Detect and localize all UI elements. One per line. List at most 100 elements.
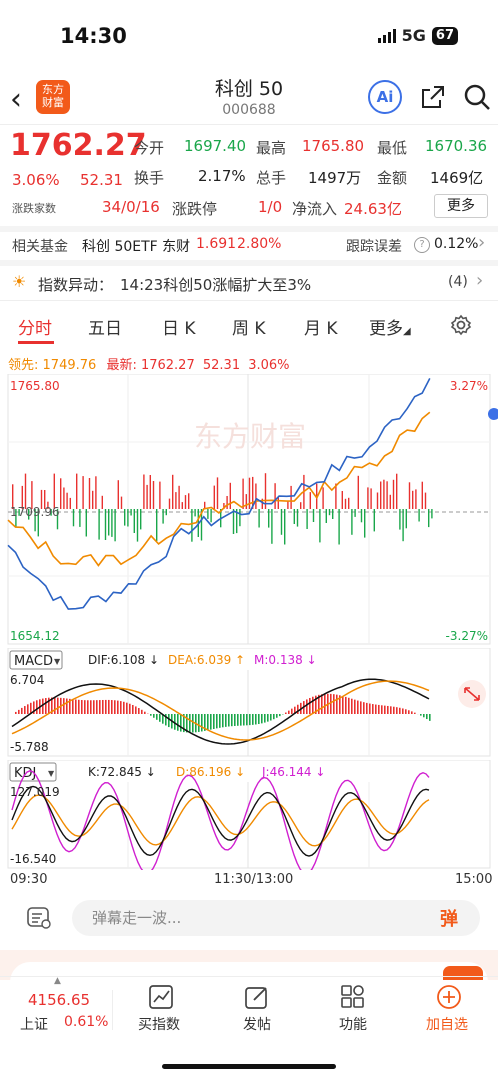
kdj-d: D:86.196 ↓ [176,765,245,779]
macd-bar [27,704,29,714]
danmu-send-button[interactable]: 弹 [440,905,458,931]
macd-bar [123,701,125,714]
danmu-toggle-icon[interactable] [26,906,52,930]
nav-functions[interactable]: 功能 [339,1014,367,1034]
change-pct: 3.06% [12,171,60,189]
macd-bar [411,711,413,714]
volume-bar [242,478,244,509]
chart-info-row: 领先: 1749.76 最新: 1762.27 52.31 3.06% [8,354,290,373]
search-icon[interactable] [462,82,492,112]
volume-bar [136,509,139,542]
tab-more[interactable]: 更多◢ [369,314,411,339]
kdj-chart[interactable]: KDJ ▼ K:72.845 ↓ D:86.196 ↓ J:46.144 ↓ 1… [0,760,498,870]
tab-monthly-k[interactable]: 月 K [304,314,338,339]
chevron-right-icon[interactable]: › [478,232,485,253]
track-error-value: 0.12% [434,236,479,252]
macd-bar [261,714,263,724]
tab-weekly-k[interactable]: 周 K [232,314,266,339]
settings-icon[interactable] [450,314,472,336]
open-value: 1697.40 [184,137,247,155]
volume-bar [325,509,327,523]
index-pct: 0.61% [64,1014,109,1030]
macd-bar [330,693,332,714]
inflow-value: 24.63亿 [344,200,402,218]
help-icon[interactable]: ? [414,237,430,253]
amount-label: 金额 [377,169,408,187]
battery-icon: 67 [431,26,458,45]
x-mid-label: 11:30/13:00 [214,872,294,887]
more-button[interactable]: 更多 [434,194,488,218]
post-icon[interactable] [244,984,270,1010]
add-watchlist-icon[interactable] [436,984,462,1010]
alert-text[interactable]: 14:23科创50涨幅扩大至3% [120,274,311,295]
volume-bar [351,509,353,535]
macd-bar [270,714,272,721]
fund-name[interactable]: 科创 50ETF 东财 [82,236,190,256]
macd-bar [207,714,209,731]
macd-bar [306,699,308,714]
open-label: 今开 [134,139,165,157]
current-price: 1762.27 [10,128,147,163]
macd-bar [387,705,389,714]
amount-value: 1469亿 [430,169,484,187]
intraday-chart[interactable]: 东方财富 1765.80 1709.96 1654.12 3.27% -3.27… [0,374,498,646]
volume-bar [175,492,177,509]
volume-bar [367,487,369,509]
macd-bar [87,700,89,714]
volume-bar [85,509,87,537]
functions-icon[interactable] [340,984,366,1010]
volume-value: 1497万 [308,169,362,187]
macd-bar [222,714,224,728]
home-indicator [162,1064,336,1069]
macd-bar [81,700,83,714]
volume-bar [412,490,414,509]
macd-bar [57,697,59,714]
buy-index-icon[interactable] [148,984,174,1010]
ai-button[interactable]: Ai [368,80,402,114]
tab-daily-k[interactable]: 日 K [162,314,196,339]
kdj-j: J:46.144 ↓ [261,765,325,779]
tab-underline [18,341,54,344]
track-error-label: 跟踪误差 [346,239,402,255]
macd-bar [210,714,212,730]
volume-bar [348,497,350,509]
nav-add-watchlist[interactable]: 加自选 [426,1014,468,1034]
price-line [7,378,431,610]
tab-5day[interactable]: 五日 [88,314,122,339]
macd-bar [345,696,347,714]
macd-label: MACD [14,654,53,669]
sheet-accent [443,966,483,980]
tab-intraday[interactable]: 分时 [18,314,52,339]
volume-label: 总手 [256,169,287,187]
macd-bar [21,707,23,714]
volume-bar [293,509,295,524]
macd-bar [90,700,92,714]
macd-bar [114,700,116,714]
macd-chart[interactable]: MACD ▼ DIF:6.108 ↓ DEA:6.039 ↑ M:0.138 ↓… [0,648,498,758]
volume-bar [104,509,107,540]
nav-post[interactable]: 发帖 [243,1014,271,1034]
chevron-right-icon[interactable]: › [476,270,483,291]
volume-bar [188,493,190,509]
nav-buy-index[interactable]: 买指数 [138,1014,180,1034]
index-name: 上证 [20,1017,48,1033]
macd-bar [105,699,107,714]
turnover-value: 2.17% [198,167,246,185]
macd-bar [426,714,428,720]
share-icon[interactable] [420,84,446,110]
index-value[interactable]: 4156.65 [28,991,90,1009]
macd-bar [357,700,359,714]
macd-bar [18,709,20,714]
macd-bar [156,714,158,720]
volume-bar [194,509,196,517]
macd-bar [84,700,86,714]
macd-bar [78,699,80,714]
network-label: 5G [401,26,426,45]
macd-bar [423,714,425,718]
volume-bar [306,509,308,529]
fund-pct: 2.80% [237,236,282,252]
volume-bar [277,497,279,509]
volume-bar [143,474,145,509]
volume-bar [149,475,151,509]
volume-bar [386,481,388,509]
